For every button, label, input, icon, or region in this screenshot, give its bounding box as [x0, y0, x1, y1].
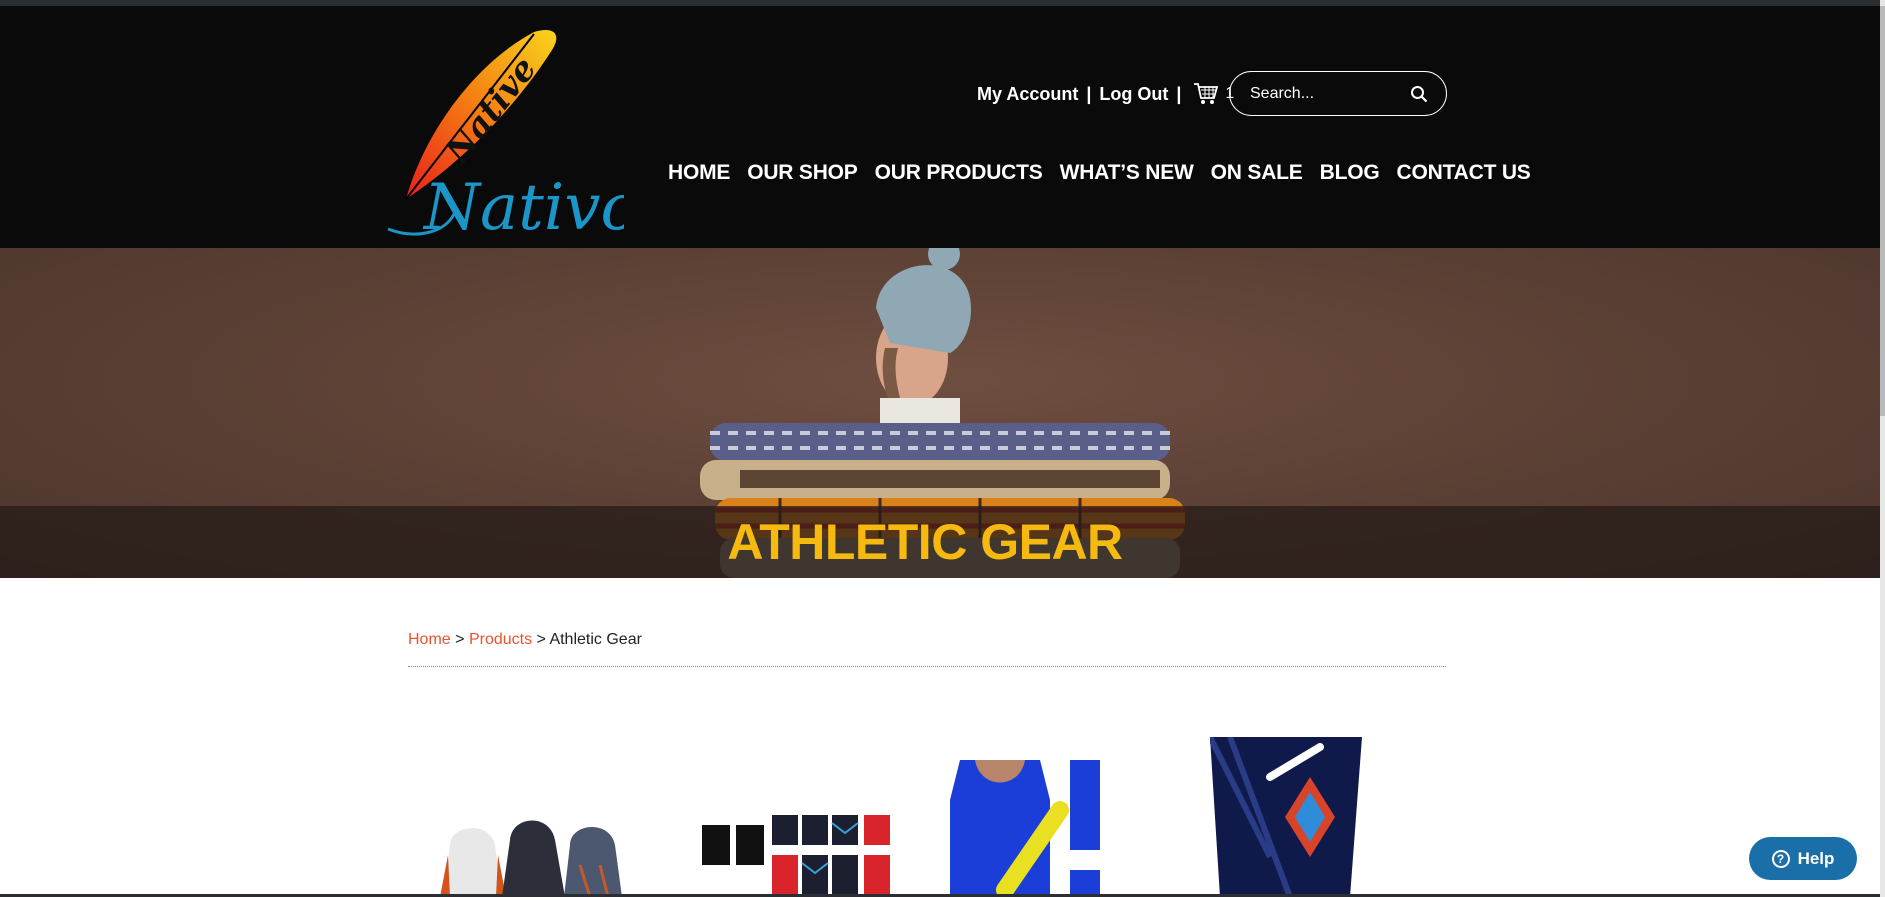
page-title: ATHLETIC GEAR	[727, 514, 1123, 570]
help-icon: ?	[1771, 849, 1790, 868]
breadcrumb-separator: >	[455, 631, 465, 648]
product-image-shorts[interactable]	[702, 815, 902, 897]
breadcrumb-home-link[interactable]: Home	[408, 631, 451, 648]
cart-icon	[1194, 83, 1219, 104]
nav-whats-new[interactable]: WHAT’S NEW	[1060, 161, 1194, 185]
main-nav: HOME OUR SHOP OUR PRODUCTS WHAT’S NEW ON…	[668, 161, 1531, 185]
nav-blog[interactable]: BLOG	[1320, 161, 1380, 185]
help-label: Help	[1797, 848, 1835, 868]
product-grid	[440, 735, 1400, 897]
log-out-link[interactable]: Log Out	[1099, 84, 1168, 105]
nav-on-sale[interactable]: ON SALE	[1211, 161, 1303, 185]
breadcrumb-divider	[408, 666, 1446, 667]
search-box	[1229, 71, 1447, 116]
account-nav: My Account | Log Out | 1	[977, 76, 1234, 112]
product-image-tank-top[interactable]	[950, 760, 1150, 897]
nav-separator: |	[1176, 83, 1182, 104]
breadcrumb-current: Athletic Gear	[549, 631, 642, 648]
my-account-link[interactable]: My Account	[977, 84, 1078, 105]
nav-separator: |	[1086, 83, 1092, 104]
breadcrumb-separator: >	[536, 631, 546, 648]
site-header: Native Nativo My Account | Log Out | 1 S…	[0, 6, 1880, 248]
breadcrumb-products-link[interactable]: Products	[469, 631, 532, 648]
search-input[interactable]	[1250, 84, 1400, 103]
breadcrumb: Home > Products > Athletic Gear	[408, 631, 642, 649]
search-icon[interactable]	[1410, 85, 1428, 103]
nav-our-shop[interactable]: OUR SHOP	[747, 161, 858, 185]
scrollbar-thumb[interactable]	[1880, 6, 1885, 416]
product-image-leggings[interactable]	[1210, 737, 1362, 897]
nav-home[interactable]: HOME	[668, 161, 730, 185]
nav-our-products[interactable]: OUR PRODUCTS	[875, 161, 1043, 185]
nativo-logo[interactable]: Native Nativo	[384, 24, 624, 244]
hero-banner: ATHLETIC GEAR	[0, 248, 1880, 578]
product-image-hoodies[interactable]	[440, 805, 650, 897]
nav-contact-us[interactable]: CONTACT US	[1397, 161, 1531, 185]
svg-text:Nativo: Nativo	[422, 171, 624, 244]
help-button[interactable]: ? Help	[1749, 837, 1857, 880]
